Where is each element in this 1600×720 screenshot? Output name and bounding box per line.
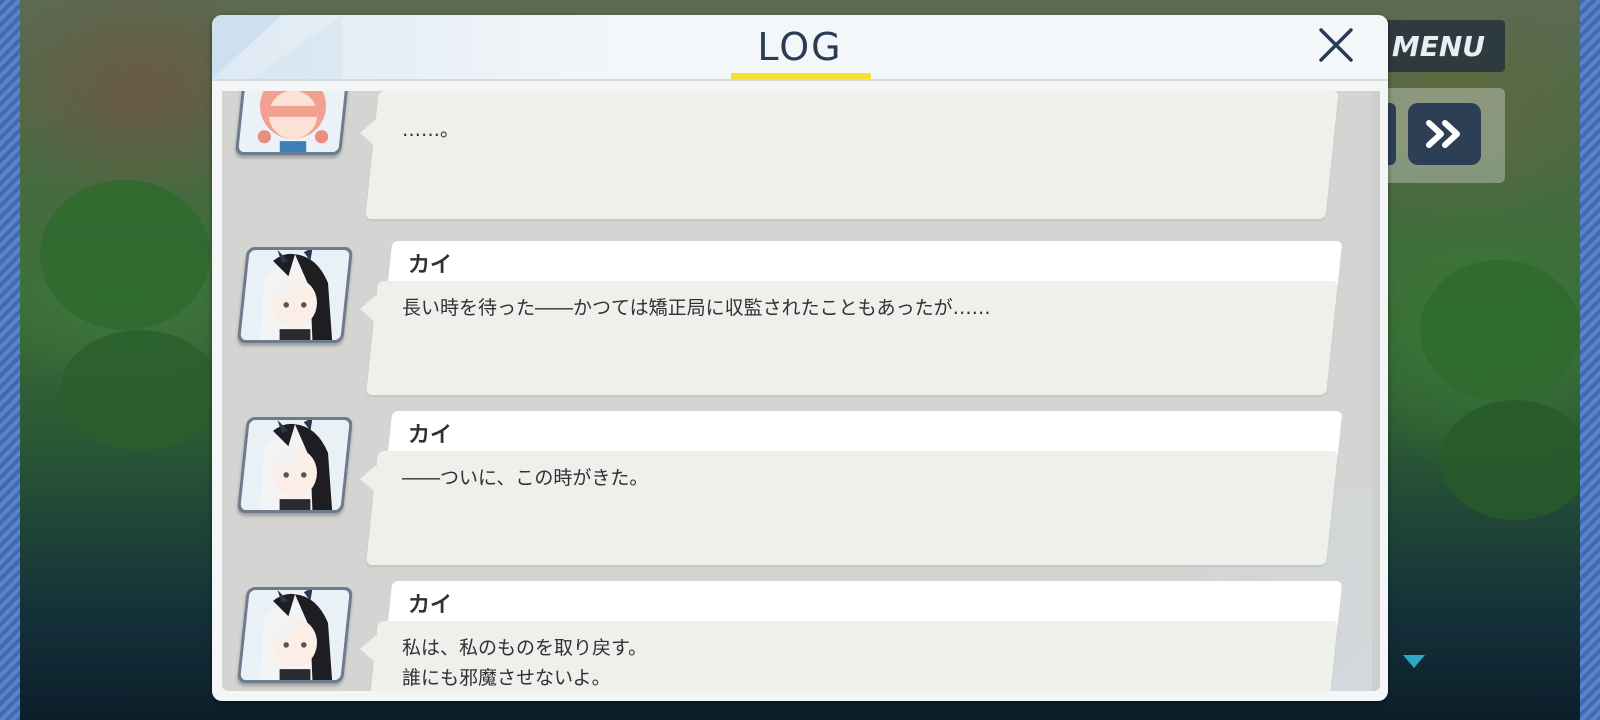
kai-portrait [240,590,350,680]
log-panel: LOG ……。 カイ 長い時を待った――かつては矯正局に収監されたこともあったが… [212,15,1388,701]
avatar [236,247,354,343]
message-bubble [365,91,1339,219]
speaker-name: カイ [408,253,453,278]
log-list[interactable]: ……。 カイ 長い時を待った――かつては矯正局に収監されたこともあったが…… カ… [222,91,1380,691]
avatar [236,587,354,683]
log-entry: カイ ――ついに、この時がきた。 [222,407,1380,567]
log-entry: カイ 私は、私のものを取り戻す。 誰にも邪魔させないよ。 [222,577,1380,691]
tree-foliage [1440,400,1590,520]
name-plate [387,411,1343,455]
close-button[interactable] [1318,27,1354,63]
speaker-name: カイ [408,593,453,618]
bubble-tail [360,295,376,323]
bubble-tail [360,465,376,493]
name-plate [387,241,1343,285]
log-entry: ……。 [222,91,1380,224]
kai-portrait [240,420,350,510]
fast-forward-button[interactable] [1408,103,1481,165]
title-underline [731,73,871,79]
pink-hair-girl-portrait [238,91,348,152]
kai-portrait [240,250,350,340]
bubble-tail [360,119,376,147]
message-text: ――ついに、この時がきた。 [402,467,649,489]
log-header: LOG [212,15,1388,81]
speaker-name: カイ [408,423,453,448]
tree-foliage [1420,260,1580,400]
triangle-down-icon [1403,655,1425,668]
close-x-icon [1319,28,1353,62]
log-title: LOG [757,25,843,69]
message-text: ……。 [402,119,460,141]
avatar [236,417,354,513]
log-entry: カイ 長い時を待った――かつては矯正局に収監されたこともあったが…… [222,237,1380,397]
double-chevron-right-icon [1425,120,1460,148]
name-plate [387,581,1343,625]
left-border-stripe [0,0,20,720]
bubble-tail [360,635,376,663]
message-text: 長い時を待った――かつては矯正局に収監されたこともあったが…… [402,297,991,319]
avatar [234,91,352,155]
right-border-stripe [1580,0,1600,720]
message-text: 私は、私のものを取り戻す。 誰にも邪魔させないよ。 [402,637,648,689]
tree-foliage [60,330,220,450]
tree-foliage [40,180,210,330]
menu-label: MENU [1391,29,1485,63]
